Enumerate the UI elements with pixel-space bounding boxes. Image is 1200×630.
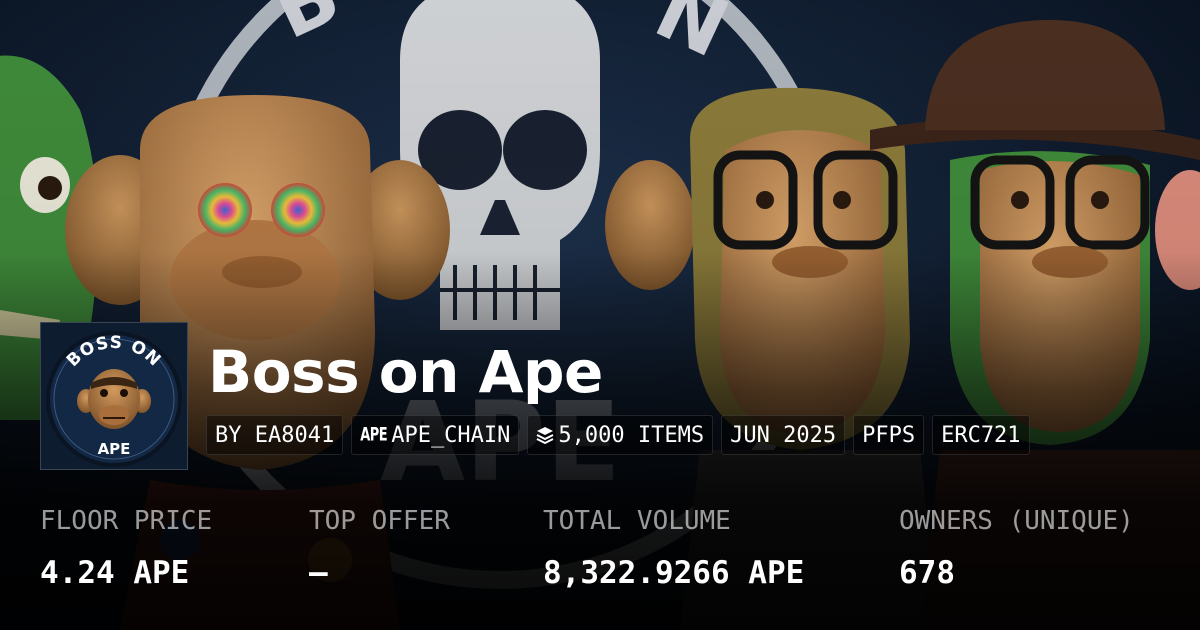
stat-label: TOP OFFER [309, 506, 450, 536]
stat-label: TOTAL VOLUME [543, 506, 731, 536]
items-tag: 5,000 ITEMS [527, 415, 714, 455]
creator-tag[interactable]: BY EA8041 [206, 415, 344, 455]
category-tag-label: PFPS [862, 422, 916, 448]
standard-tag-label: ERC721 [941, 422, 1021, 448]
stat-top-offer: TOP OFFER — [309, 505, 450, 591]
stat-floor-price: FLOOR PRICE 4.24 APE [40, 505, 212, 591]
collection-logo[interactable]: BOSS ON APE [40, 322, 188, 470]
creator-tag-label: BY EA8041 [215, 422, 335, 448]
date-tag: JUN 2025 [721, 415, 846, 455]
stat-label: FLOOR PRICE [40, 506, 213, 536]
date-tag-label: JUN 2025 [730, 422, 837, 448]
standard-tag: ERC721 [932, 415, 1030, 455]
chain-tag[interactable]: APE APE_CHAIN [351, 415, 520, 455]
chain-tag-label: APE_CHAIN [391, 422, 511, 448]
items-tag-label: 5,000 ITEMS [558, 422, 705, 448]
stat-value: — [309, 555, 328, 591]
stat-total-volume: TOTAL VOLUME 8,322.9266 APE [543, 505, 804, 591]
apechain-icon: APE [360, 424, 388, 446]
stat-value: 8,322.9266 APE [543, 555, 805, 591]
collection-tags: BY EA8041 APE APE_CHAIN 5,000 ITEMS JUN … [206, 415, 1030, 455]
stat-label: OWNERS (UNIQUE) [899, 506, 1134, 536]
collection-title: Boss on Ape [208, 338, 603, 406]
logo-text-bottom: APE [98, 440, 131, 458]
stat-owners: OWNERS (UNIQUE) 678 [899, 505, 1134, 591]
layers-icon [536, 426, 554, 444]
stat-value: 678 [899, 555, 955, 591]
stat-value: 4.24 APE [40, 555, 190, 591]
category-tag[interactable]: PFPS [853, 415, 925, 455]
